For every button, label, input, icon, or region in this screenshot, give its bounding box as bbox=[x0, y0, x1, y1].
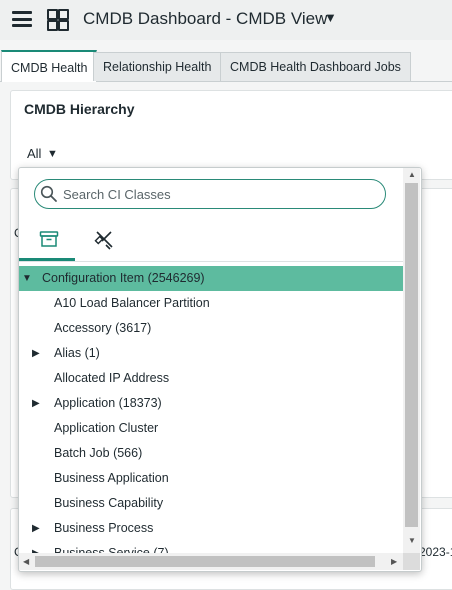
search-icon bbox=[40, 185, 57, 202]
tree-item-label: Application (18373) bbox=[54, 396, 162, 410]
tree-item-label: Batch Job (566) bbox=[54, 446, 143, 460]
scroll-right-arrow-icon[interactable]: ▶ bbox=[391, 557, 397, 566]
background-date-fragment: 2023-1 bbox=[419, 545, 452, 559]
tree-item-label: A10 Load Balancer Partition bbox=[54, 296, 210, 310]
tab-cmdb-health-dashboard-jobs[interactable]: CMDB Health Dashboard Jobs bbox=[220, 52, 411, 81]
ci-class-tree: ▼ Configuration Item (2546269) A10 Load Ba… bbox=[19, 266, 403, 566]
tree-item[interactable]: ▶ Application (18373) bbox=[19, 391, 403, 416]
tree-item-label: Business Process bbox=[54, 521, 154, 535]
tree-item-label: Application Cluster bbox=[54, 421, 159, 435]
scroll-up-arrow-icon[interactable]: ▲ bbox=[408, 170, 416, 179]
tree-item[interactable]: Business Application bbox=[19, 466, 403, 491]
horizontal-scroll-thumb[interactable] bbox=[35, 556, 375, 567]
ci-class-picker: ▼ Configuration Item (2546269) A10 Load Ba… bbox=[18, 167, 422, 572]
scroll-down-arrow-icon[interactable]: ▼ bbox=[408, 536, 416, 545]
tab-cmdb-health[interactable]: CMDB Health bbox=[1, 50, 98, 82]
tree-item[interactable]: ▼ Configuration Item (2546269) bbox=[19, 266, 403, 291]
search-box[interactable] bbox=[34, 179, 386, 209]
grid-apps-icon[interactable] bbox=[47, 9, 69, 31]
tree-item-label: Accessory (3617) bbox=[54, 321, 152, 335]
expand-right-arrow-icon[interactable]: ▶ bbox=[32, 391, 40, 416]
page-title: CMDB Dashboard - CMDB View bbox=[83, 9, 328, 28]
scroll-left-arrow-icon[interactable]: ◀ bbox=[23, 557, 29, 566]
picker-tabs-divider bbox=[19, 261, 403, 262]
search-ci-classes-input[interactable] bbox=[63, 184, 373, 204]
tree-item-label: Business Capability bbox=[54, 496, 164, 510]
tree-item-label: Business Application bbox=[54, 471, 169, 485]
scrollbar-corner bbox=[403, 553, 420, 570]
expand-right-arrow-icon[interactable]: ▶ bbox=[32, 516, 40, 541]
hamburger-menu-icon[interactable] bbox=[12, 11, 32, 27]
expand-right-arrow-icon[interactable]: ▶ bbox=[32, 341, 40, 366]
vertical-scroll-thumb[interactable] bbox=[405, 183, 418, 527]
tree-item[interactable]: ▶ Business Process bbox=[19, 516, 403, 541]
tree-item[interactable]: Allocated IP Address bbox=[19, 366, 403, 391]
hierarchy-filter-value[interactable]: All bbox=[27, 146, 41, 161]
cmdb-hierarchy-title: CMDB Hierarchy bbox=[24, 101, 135, 117]
hammer-tools-icon[interactable] bbox=[94, 230, 116, 255]
tree-item-label: Alias (1) bbox=[54, 346, 100, 360]
horizontal-scrollbar[interactable]: ◀ ▶ bbox=[19, 553, 403, 570]
tree-item[interactable]: Accessory (3617) bbox=[19, 316, 403, 341]
tree-item-label: Allocated IP Address bbox=[54, 371, 170, 385]
vertical-scrollbar[interactable]: ▲ ▼ bbox=[403, 168, 420, 553]
tree-item[interactable]: Business Capability bbox=[19, 491, 403, 516]
title-dropdown-caret-icon[interactable]: ▼ bbox=[324, 10, 337, 25]
expand-down-arrow-icon[interactable]: ▼ bbox=[22, 266, 32, 291]
tab-relationship-health[interactable]: Relationship Health bbox=[93, 52, 222, 81]
tree-item[interactable]: ▶ Alias (1) bbox=[19, 341, 403, 366]
tree-item[interactable]: Application Cluster bbox=[19, 416, 403, 441]
tree-item-label: Configuration Item (2546269) bbox=[42, 271, 205, 285]
tree-item[interactable]: A10 Load Balancer Partition bbox=[19, 291, 403, 316]
hierarchy-filter-caret-icon[interactable]: ▼ bbox=[47, 148, 58, 160]
tree-item[interactable]: Batch Job (566) bbox=[19, 441, 403, 466]
archive-box-icon[interactable] bbox=[39, 230, 59, 253]
